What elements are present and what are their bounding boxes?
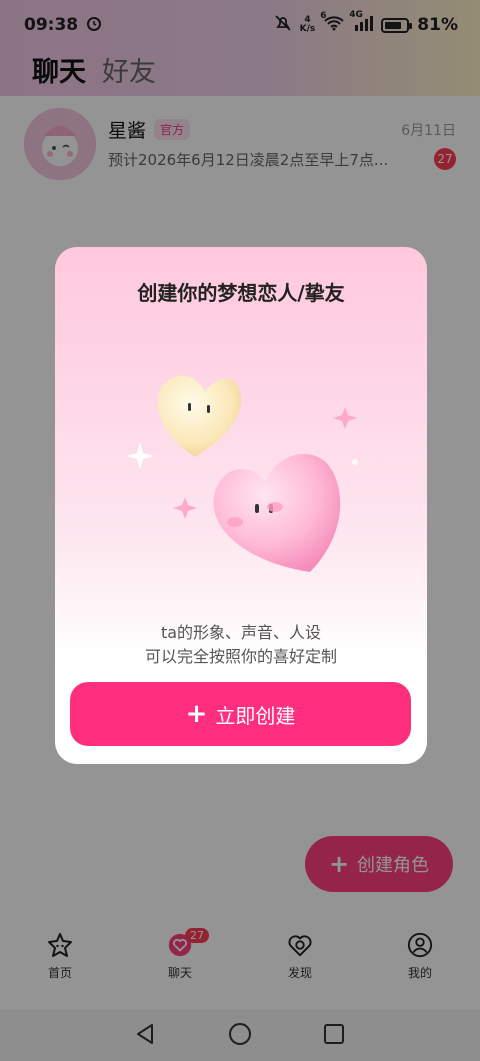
create-now-button[interactable]: + 立即创建 <box>70 682 411 746</box>
create-now-label: 立即创建 <box>215 703 296 728</box>
modal-subtitle-line2: 可以完全按照你的喜好定制 <box>144 647 337 666</box>
modal-title: 创建你的梦想恋人/挚友 <box>137 281 345 305</box>
modal-subtitle: ta的形象、声音、人设 可以完全按照你的喜好定制 <box>55 621 427 669</box>
modal-subtitle-line1: ta的形象、声音、人设 <box>160 623 322 642</box>
plus-icon: + <box>185 699 208 729</box>
create-lover-modal: 创建你的梦想恋人/挚友 ta的形象、声音、人设 可以完全按照你的喜好定制 + 立… <box>55 247 427 764</box>
hearts-illustration <box>126 375 358 572</box>
